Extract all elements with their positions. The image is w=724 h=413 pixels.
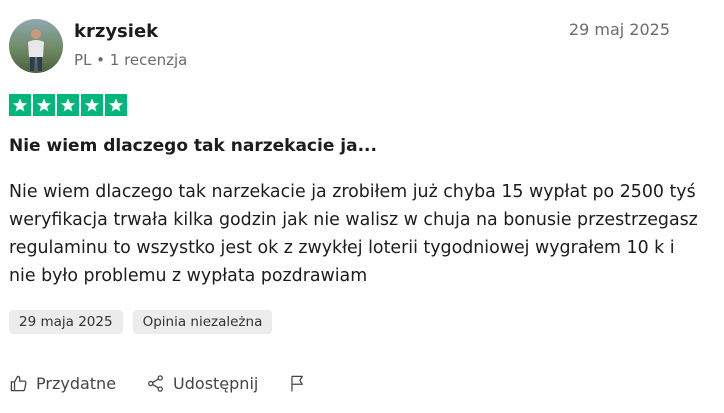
share-button[interactable]: Udostępnij: [146, 374, 258, 393]
review-date: 29 maj 2025: [568, 20, 670, 39]
helpful-button[interactable]: Przydatne: [9, 374, 116, 393]
review-actions: Przydatne Udostępnij: [9, 374, 337, 393]
review-body: Nie wiem dlaczego tak narzekacie ja zrob…: [9, 182, 698, 286]
reviewer-name[interactable]: krzysiek: [74, 21, 158, 42]
star-icon: [81, 94, 103, 116]
reviewer-avatar[interactable]: [9, 19, 63, 73]
unprompted-review-tag[interactable]: Opinia niezależna: [132, 310, 273, 334]
star-icon: [9, 94, 31, 116]
star-icon: [105, 94, 127, 116]
reviewer-meta: PL • 1 recenzja: [74, 51, 188, 69]
star-icon: [33, 94, 55, 116]
star-rating: [9, 94, 127, 116]
share-label: Udostępnij: [173, 374, 259, 393]
date-of-experience-tag: 29 maja 2025: [9, 310, 123, 334]
star-icon: [57, 94, 79, 116]
review-title[interactable]: Nie wiem dlaczego tak narzekacie ja...: [9, 136, 377, 156]
review-tags: 29 maja 2025 Opinia niezależna: [9, 310, 273, 334]
flag-icon: [288, 374, 307, 393]
share-icon: [146, 374, 165, 393]
helpful-label: Przydatne: [36, 374, 117, 393]
thumbs-up-icon: [9, 374, 28, 393]
report-button[interactable]: [288, 374, 307, 393]
